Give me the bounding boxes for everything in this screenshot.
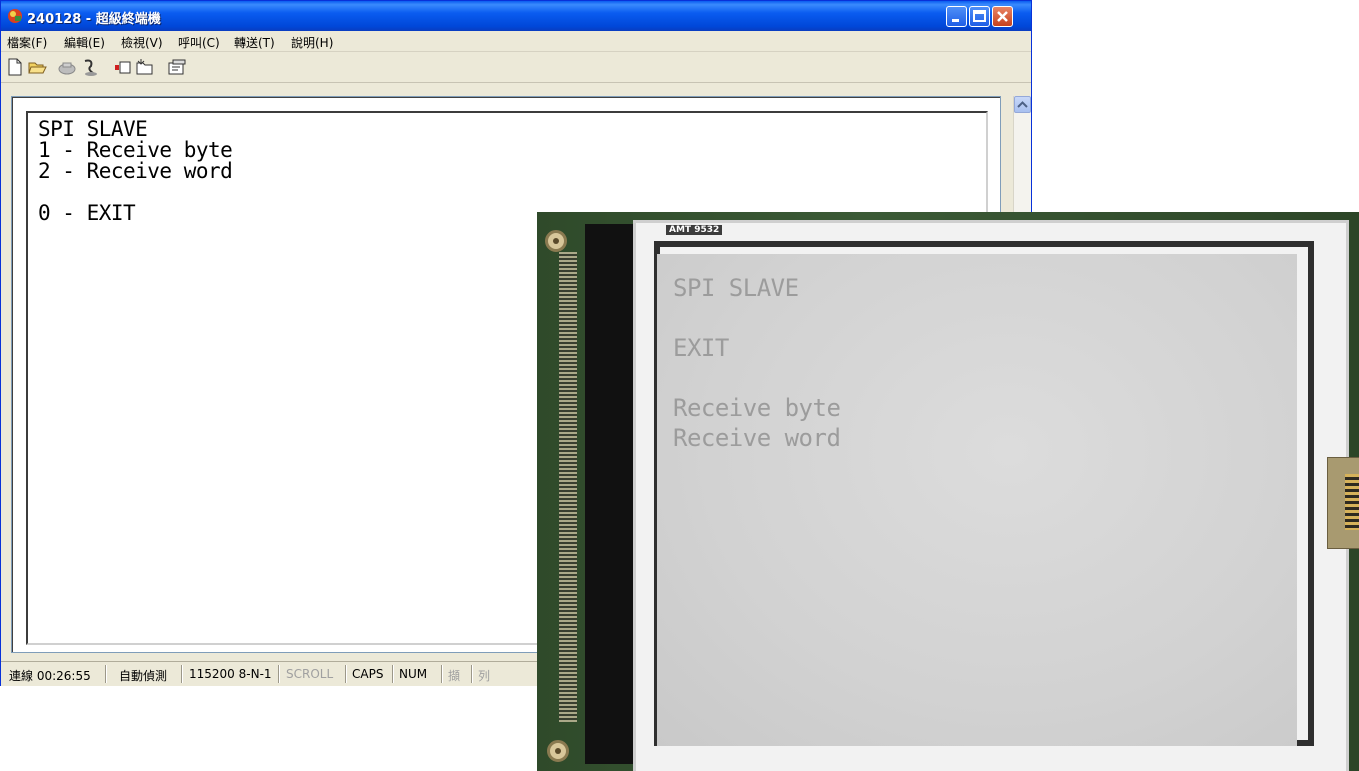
toolbar [1,52,1031,83]
close-icon [997,11,1008,22]
board-label: AMT 9532 [666,225,723,235]
menu-transfer[interactable]: 轉送(T) [234,34,275,51]
status-port-settings: 115200 8-N-1 [189,667,272,681]
status-capture: 擷 [448,669,461,683]
lcd-line: EXIT [673,334,729,362]
minimize-button[interactable] [946,6,967,27]
flex-cable-pins [1345,474,1359,530]
send-icon[interactable] [113,57,133,77]
menu-bar: 檔案(F) 編輯(E) 檢視(V) 呼叫(C) 轉送(T) 說明(H) [1,31,1031,52]
mount-hole [545,230,567,252]
lcd-screen: SPI SLAVE EXIT Receive byte Receive word [657,254,1297,746]
menu-edit[interactable]: 編輯(E) [64,34,105,51]
maximize-button[interactable] [969,6,990,27]
menu-call[interactable]: 呼叫(C) [178,34,220,51]
menu-help[interactable]: 說明(H) [291,34,333,51]
status-connected-time: 連線 00:26:55 [9,669,91,683]
status-detect: 自動偵測 [119,669,168,683]
new-icon[interactable] [5,57,25,77]
status-num: NUM [399,667,428,681]
menu-file[interactable]: 檔案(F) [7,34,47,51]
terminal-line: 2 - Receive word [38,159,233,183]
open-icon[interactable] [27,57,47,77]
receive-icon[interactable] [135,57,155,77]
lcd-line: Receive byte [673,394,841,422]
minimize-icon [952,19,959,22]
close-button[interactable] [992,6,1013,27]
status-print: 列 [478,669,491,683]
maximize-icon [973,10,986,22]
title-bar[interactable]: 240128 - 超級終端機 [1,1,1031,31]
mount-hole [547,740,569,762]
lcd-line: SPI SLAVE [673,274,799,302]
connector-pins [559,252,577,722]
scroll-up-button[interactable] [1014,96,1031,113]
lcd-module-photo: AMT 9532 SPI SLAVE EXIT Receive byte Rec… [537,212,1359,771]
side-connector [585,224,633,764]
window-title: 240128 - 超級終端機 [27,12,161,27]
hyperterminal-icon [8,9,22,23]
status-caps: CAPS [352,667,384,681]
status-scroll: SCROLL [286,667,334,681]
properties-icon[interactable] [167,57,187,77]
disconnect-icon[interactable] [81,57,101,77]
connect-icon[interactable] [57,57,77,77]
menu-view[interactable]: 檢視(V) [121,34,163,51]
lcd-line: Receive word [673,424,841,452]
chevron-up-icon [1017,101,1028,108]
terminal-line: 0 - EXIT [38,201,136,225]
